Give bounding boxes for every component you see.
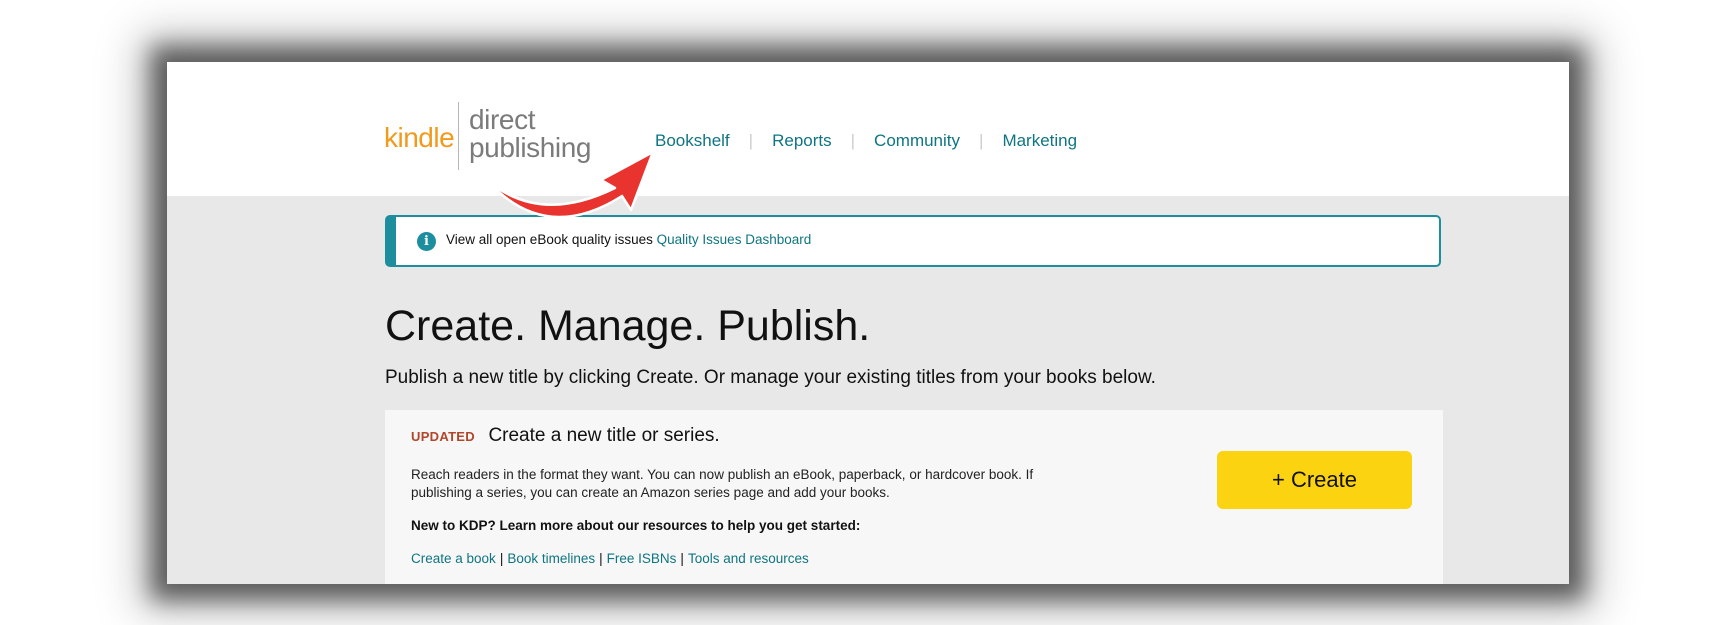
logo-kindle-text: kindle — [384, 122, 455, 153]
nav-reports[interactable]: Reports — [772, 131, 832, 151]
create-title-card: UPDATED Create a new title or series. Re… — [385, 410, 1443, 584]
create-a-book-link[interactable]: Create a book — [411, 551, 496, 566]
nav-separator: | — [748, 131, 754, 150]
info-icon: i — [417, 232, 436, 251]
create-button[interactable]: + Create — [1217, 451, 1412, 509]
red-curved-arrow-icon — [485, 150, 655, 219]
nav-separator: | — [850, 131, 856, 150]
main-nav: Bookshelf | Reports | Community | Market… — [655, 131, 1077, 151]
page-subtitle: Publish a new title by clicking Create. … — [385, 367, 1156, 388]
free-isbns-link[interactable]: Free ISBNs — [607, 551, 677, 566]
tools-and-resources-link[interactable]: Tools and resources — [688, 551, 809, 566]
screenshot-frame: kindle direct publishing Bookshelf | Rep… — [167, 62, 1569, 584]
link-separator: | — [599, 551, 603, 566]
card-title: Create a new title or series. — [488, 425, 720, 446]
book-timelines-link[interactable]: Book timelines — [507, 551, 595, 566]
page-title: Create. Manage. Publish. — [385, 302, 871, 350]
card-header: UPDATED Create a new title or series. — [411, 425, 720, 447]
page-header: kindle direct publishing Bookshelf | Rep… — [167, 62, 1569, 196]
resource-links: Create a book | Book timelines | Free ISBNs |… — [411, 551, 809, 566]
logo-divider — [458, 102, 459, 170]
nav-bookshelf[interactable]: Bookshelf — [655, 131, 730, 151]
updated-badge: UPDATED — [411, 429, 475, 444]
link-separator: | — [680, 551, 684, 566]
nav-separator: | — [979, 131, 984, 150]
link-separator: | — [499, 551, 504, 566]
nav-marketing[interactable]: Marketing — [1002, 131, 1077, 151]
resources-heading: New to KDP? Learn more about our resourc… — [411, 518, 861, 533]
card-description: Reach readers in the format they want. Y… — [411, 467, 1034, 500]
nav-community[interactable]: Community — [874, 131, 960, 151]
